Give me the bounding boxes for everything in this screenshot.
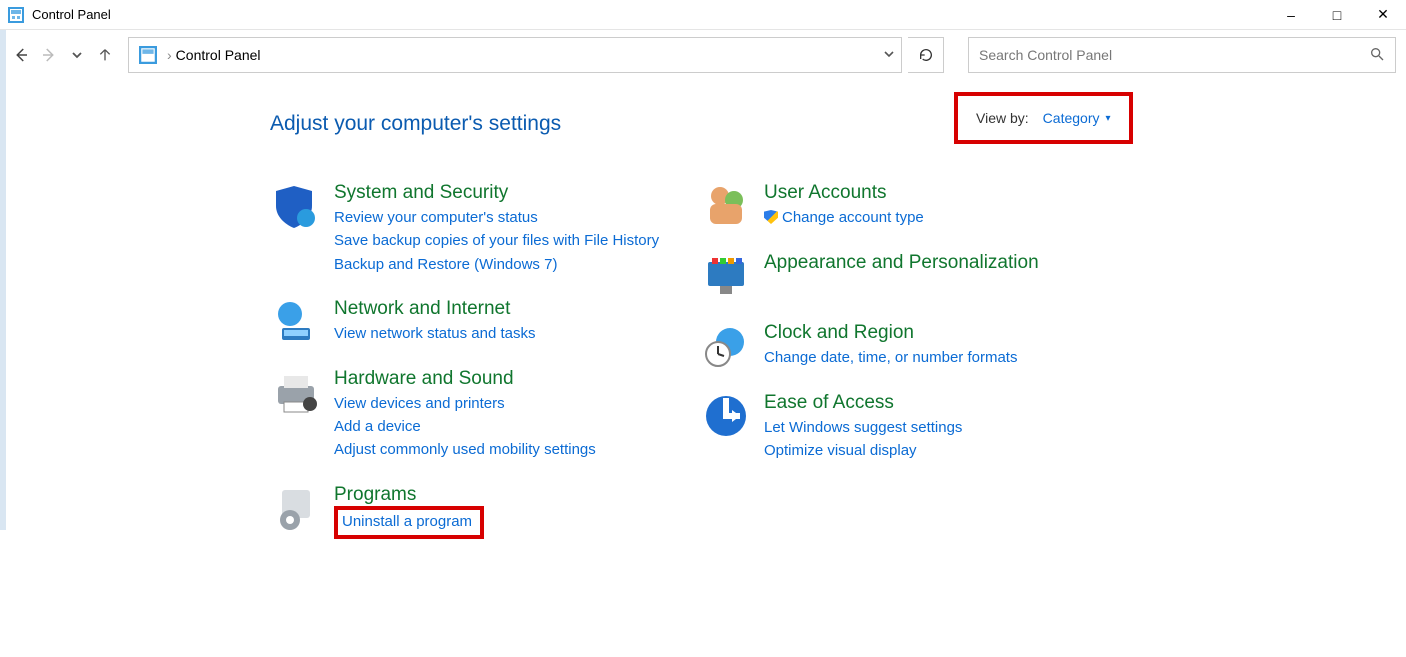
left-accent-bar: [0, 30, 6, 530]
category-programs: Programs Uninstall a program: [268, 484, 698, 539]
uninstall-program-link[interactable]: Uninstall a program: [342, 510, 472, 533]
category-title[interactable]: User Accounts: [764, 182, 924, 204]
category-link[interactable]: Save backup copies of your files with Fi…: [334, 229, 659, 252]
category-network-internet: Network and Internet View network status…: [268, 298, 698, 346]
up-button[interactable]: [94, 44, 116, 66]
globe-network-icon: [268, 298, 324, 346]
close-button[interactable]: ✕: [1360, 0, 1406, 29]
category-title[interactable]: Hardware and Sound: [334, 368, 596, 390]
minimize-button[interactable]: –: [1268, 0, 1314, 29]
appearance-icon: [698, 252, 754, 300]
nav-row: › Control Panel: [0, 30, 1406, 80]
clock-globe-icon: [698, 322, 754, 370]
category-title[interactable]: Programs: [334, 484, 484, 506]
shield-icon: [268, 182, 324, 230]
category-hardware-sound: Hardware and Sound View devices and prin…: [268, 368, 698, 462]
address-icon: [139, 46, 157, 64]
category-title[interactable]: System and Security: [334, 182, 659, 204]
back-button[interactable]: [10, 44, 32, 66]
window-title: Control Panel: [32, 7, 111, 22]
category-link[interactable]: Backup and Restore (Windows 7): [334, 253, 659, 276]
category-link[interactable]: Adjust commonly used mobility settings: [334, 438, 596, 461]
forward-button[interactable]: [38, 44, 60, 66]
category-title[interactable]: Network and Internet: [334, 298, 536, 320]
category-ease-of-access: Ease of Access Let Windows suggest setti…: [698, 392, 1039, 463]
highlight-uninstall: Uninstall a program: [334, 506, 484, 539]
view-by-value[interactable]: Category ▾: [1043, 110, 1111, 126]
category-title[interactable]: Clock and Region: [764, 322, 1017, 344]
category-link[interactable]: Let Windows suggest settings: [764, 416, 962, 439]
category-clock-region: Clock and Region Change date, time, or n…: [698, 322, 1039, 370]
category-title[interactable]: Ease of Access: [764, 392, 962, 414]
content-area: Adjust your computer's settings View by:…: [0, 80, 1406, 561]
ease-of-access-icon: [698, 392, 754, 440]
category-user-accounts: User Accounts Change account type: [698, 182, 1039, 230]
breadcrumb[interactable]: Control Panel: [176, 47, 261, 63]
category-title[interactable]: Appearance and Personalization: [764, 252, 1039, 274]
user-accounts-icon: [698, 182, 754, 230]
category-link[interactable]: View network status and tasks: [334, 322, 536, 345]
breadcrumb-separator: ›: [167, 47, 172, 63]
category-link[interactable]: Review your computer's status: [334, 206, 659, 229]
address-bar[interactable]: › Control Panel: [128, 37, 902, 73]
category-link[interactable]: Add a device: [334, 415, 596, 438]
category-link[interactable]: Optimize visual display: [764, 439, 962, 462]
maximize-button[interactable]: □: [1314, 0, 1360, 29]
recent-locations-button[interactable]: [66, 44, 88, 66]
category-link[interactable]: View devices and printers: [334, 392, 596, 415]
view-by-control[interactable]: View by: Category ▾: [954, 92, 1133, 144]
search-input[interactable]: [979, 47, 1369, 63]
refresh-button[interactable]: [908, 37, 944, 73]
category-link[interactable]: Change account type: [764, 206, 924, 229]
address-dropdown-icon[interactable]: [883, 47, 895, 63]
titlebar: Control Panel – □ ✕: [0, 0, 1406, 30]
search-icon: [1369, 46, 1385, 65]
category-system-security: System and Security Review your computer…: [268, 182, 698, 276]
category-link[interactable]: Change date, time, or number formats: [764, 346, 1017, 369]
search-box[interactable]: [968, 37, 1396, 73]
view-by-label: View by:: [976, 110, 1029, 126]
chevron-down-icon: ▾: [1105, 113, 1110, 124]
page-title: Adjust your computer's settings: [270, 112, 561, 136]
programs-icon: [268, 484, 324, 532]
printer-icon: [268, 368, 324, 416]
category-appearance-personalization: Appearance and Personalization: [698, 252, 1039, 300]
control-panel-icon: [8, 7, 24, 23]
